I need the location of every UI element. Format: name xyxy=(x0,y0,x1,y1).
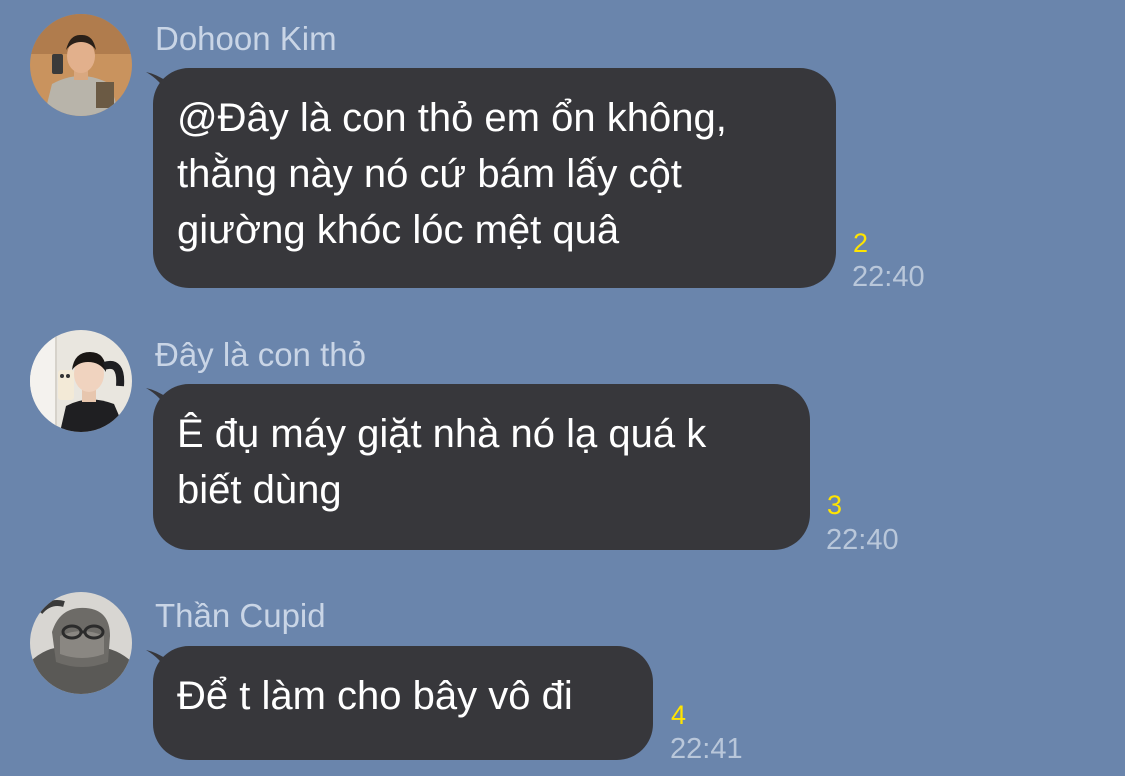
avatar-dohoon-kim[interactable] xyxy=(30,14,132,116)
avatar-than-cupid[interactable] xyxy=(30,592,132,694)
unread-count: 3 xyxy=(827,490,843,520)
message-bubble[interactable]: Ê đụ máy giặt nhà nó lạ quá k biết dùng xyxy=(153,384,810,550)
sender-name: Dohoon Kim xyxy=(155,20,337,57)
avatar-day-la-con-tho[interactable] xyxy=(30,330,132,432)
profile-photo-icon xyxy=(30,14,132,116)
unread-count: 4 xyxy=(671,700,687,730)
profile-photo-icon xyxy=(30,592,132,694)
unread-count: 2 xyxy=(853,228,869,258)
message-bubble[interactable]: Để t làm cho bây vô đi xyxy=(153,646,653,760)
message-time: 22:41 xyxy=(670,733,743,765)
message-time: 22:40 xyxy=(852,261,925,293)
sender-name: Thần Cupid xyxy=(155,597,326,634)
message-time: 22:40 xyxy=(826,524,899,556)
sender-name: Đây là con thỏ xyxy=(155,336,366,373)
profile-photo-icon xyxy=(30,330,132,432)
message-bubble[interactable]: @Đây là con thỏ em ổn không, thằng này n… xyxy=(153,68,836,288)
